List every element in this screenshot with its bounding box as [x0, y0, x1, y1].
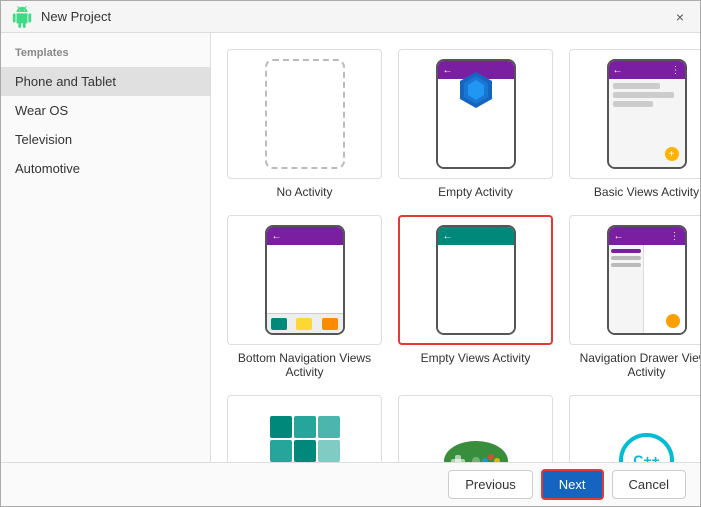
drawer-line-2 [611, 256, 641, 260]
template-label-empty-views: Empty Views Activity [421, 351, 531, 365]
next-button[interactable]: Next [541, 469, 604, 500]
template-bottom-nav[interactable]: ← Bottom Navigation Views Activity [227, 215, 382, 379]
responsive-mock [270, 416, 340, 462]
sidebar: Templates Phone and Tablet Wear OS Telev… [1, 33, 211, 462]
template-label-nav-drawer: Navigation Drawer Views Activity [569, 351, 700, 379]
previous-button[interactable]: Previous [448, 470, 533, 499]
nav-drawer-body [609, 245, 685, 333]
grid-cell-4 [270, 440, 292, 462]
content-line-2 [613, 92, 674, 98]
template-preview-empty-views: ← [398, 215, 553, 345]
template-grid-area: No Activity ← [211, 33, 700, 462]
bottom-nav-bar [267, 313, 343, 333]
basic-fab: + [665, 147, 679, 161]
sidebar-item-television[interactable]: Television [1, 125, 210, 154]
content-line-3 [613, 101, 654, 107]
app-icon-overlay [456, 70, 496, 113]
nav-drawer-content [644, 245, 685, 333]
template-responsive-views[interactable]: Responsive Views Activity [227, 395, 382, 462]
empty-views-top-bar: ← [438, 227, 514, 245]
grid-mock [270, 416, 340, 462]
bottom-nav-top-bar: ← [267, 227, 343, 245]
nav-drawer-mock: ← ⋮ [607, 225, 687, 335]
template-empty-views[interactable]: ← Empty Views Activity [398, 215, 553, 379]
title-bar: New Project × [1, 1, 700, 33]
template-preview-responsive [227, 395, 382, 462]
template-empty-activity[interactable]: ← Empty Activity [398, 49, 553, 199]
template-label-empty-activity: Empty Activity [438, 185, 513, 199]
template-label-basic-views: Basic Views Activity [594, 185, 699, 199]
template-preview-game [398, 395, 553, 462]
grid-cell-2 [294, 416, 316, 438]
empty-views-back-arrow: ← [443, 231, 453, 242]
grid-cell-3 [318, 416, 340, 438]
game-controller-icon [441, 433, 511, 463]
sidebar-item-phone-tablet[interactable]: Phone and Tablet [1, 67, 210, 96]
template-no-activity[interactable]: No Activity [227, 49, 382, 199]
dialog-footer: Previous Next Cancel [1, 462, 700, 506]
sidebar-section-label: Templates [1, 43, 210, 67]
grid-cell-5 [294, 440, 316, 462]
template-label-bottom-nav: Bottom Navigation Views Activity [227, 351, 382, 379]
title-bar-left: New Project [11, 6, 111, 28]
close-button[interactable]: × [670, 7, 690, 27]
basic-back-arrow: ← [613, 65, 623, 76]
back-arrow-icon: ← [443, 65, 453, 76]
nav-dot-3 [322, 318, 338, 330]
templates-grid: No Activity ← [227, 49, 684, 462]
nav-drawer-back-arrow: ← [614, 231, 624, 242]
template-preview-cpp: C++ [569, 395, 700, 462]
no-activity-mock [265, 59, 345, 169]
android-icon [11, 6, 33, 28]
template-preview-empty-activity: ← [398, 49, 553, 179]
grid-cell-6 [318, 440, 340, 462]
nav-drawer-more-vert: ⋮ [670, 231, 680, 242]
template-game-activity[interactable]: Game Activity [398, 395, 553, 462]
content-line-1 [613, 83, 661, 89]
basic-views-mock: ← ⋮ + [607, 59, 687, 169]
nav-dot-1 [271, 318, 287, 330]
sidebar-item-wear-os[interactable]: Wear OS [1, 96, 210, 125]
basic-body: + [609, 79, 685, 167]
template-preview-nav-drawer: ← ⋮ [569, 215, 700, 345]
nav-drawer-top-bar: ← ⋮ [609, 227, 685, 245]
template-basic-views[interactable]: ← ⋮ + + [569, 49, 700, 199]
bottom-nav-mock: ← [265, 225, 345, 335]
dialog-title: New Project [41, 9, 111, 24]
template-preview-no-activity [227, 49, 382, 179]
empty-views-body [438, 245, 514, 333]
grid-cell-1 [270, 416, 292, 438]
basic-more-vert: ⋮ [671, 65, 681, 76]
sidebar-item-automotive[interactable]: Automotive [1, 154, 210, 183]
template-native-cpp[interactable]: C++ Native C++ [569, 395, 700, 462]
cancel-button[interactable]: Cancel [612, 470, 686, 499]
template-preview-bottom-nav: ← [227, 215, 382, 345]
drawer-panel [609, 245, 644, 333]
template-preview-basic-views: ← ⋮ + + [569, 49, 700, 179]
nav-drawer-fab [666, 314, 680, 328]
cpp-icon: C++ [619, 433, 674, 463]
template-nav-drawer[interactable]: ← ⋮ [569, 215, 700, 379]
content-area: Templates Phone and Tablet Wear OS Telev… [1, 33, 700, 462]
bottom-nav-body [267, 245, 343, 313]
drawer-line-3 [611, 263, 641, 267]
basic-top-bar: ← ⋮ [609, 61, 685, 79]
new-project-dialog: New Project × Templates Phone and Tablet… [0, 0, 701, 507]
template-label-no-activity: No Activity [276, 185, 332, 199]
drawer-line-1 [611, 249, 641, 253]
bottom-back-arrow: ← [272, 231, 282, 242]
nav-dot-2 [296, 318, 312, 330]
empty-views-mock: ← [436, 225, 516, 335]
